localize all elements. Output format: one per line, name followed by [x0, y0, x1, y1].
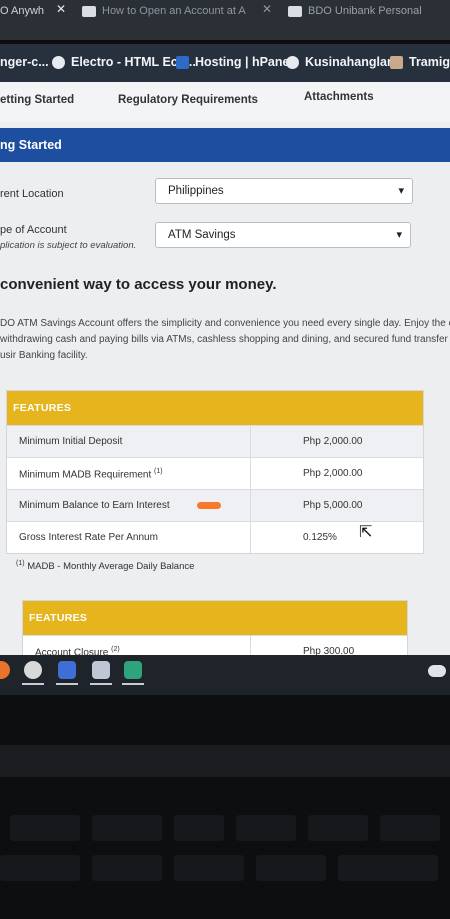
chevron-down-icon: ▾: [398, 185, 404, 197]
tab-title: O Anywh: [0, 5, 45, 17]
bookmark-label: Hosting | hPanel: [195, 55, 293, 69]
location-label: rent Location: [0, 188, 64, 200]
footnote-ref: (2): [111, 646, 120, 653]
launcher-icon[interactable]: [0, 661, 10, 679]
tab-attachments[interactable]: Attachments: [304, 91, 374, 103]
tab-regulatory-requirements[interactable]: Regulatory Requirements: [118, 94, 258, 106]
close-tab-icon[interactable]: ✕: [56, 2, 66, 16]
feature-value: 0.125%: [303, 532, 337, 543]
description-paragraph: DO ATM Savings Account offers the simpli…: [0, 318, 450, 361]
section-title: ng Started: [0, 128, 450, 162]
keyboard-key: [338, 855, 438, 881]
active-indicator: [56, 683, 78, 685]
keyboard-key: [174, 855, 244, 881]
madb-footnote: (1) MADB - Monthly Average Daily Balance: [16, 560, 194, 572]
keyboard-key: [174, 815, 224, 841]
feature-label: Minimum Initial Deposit: [19, 436, 123, 447]
cloud-icon[interactable]: [428, 665, 446, 677]
page-heading: convenient way to access your money.: [0, 276, 277, 293]
bookmark-tramigo[interactable]: Tramigo: [390, 55, 450, 69]
feature-label-cell: Minimum Balance to Earn Interest: [7, 490, 251, 521]
chevron-down-icon: ▾: [396, 229, 402, 241]
bookmark-label: Tramigo: [409, 55, 450, 69]
account-type-label: pe of Account: [0, 224, 67, 236]
hostinger-icon: [176, 55, 189, 69]
account-steps-tabs: etting Started Regulatory Requirements A…: [0, 82, 450, 122]
browser-tab-3[interactable]: BDO Unibank Personal: [288, 0, 450, 22]
browser-tab-2[interactable]: How to Open an Account at A: [82, 0, 262, 22]
keyboard-key: [0, 855, 80, 881]
bookmark-label: Kusinahanglan: [305, 55, 395, 69]
bookmark-label: nger-c...: [0, 55, 49, 69]
bdo-favicon-icon: [288, 5, 302, 17]
feature-value: Php 5,000.00: [303, 500, 363, 511]
features-header: FEATURES: [7, 391, 423, 425]
bookmark-messenger[interactable]: nger-c...: [0, 55, 49, 69]
tramigo-icon: [390, 55, 403, 69]
web-page: etting Started Regulatory Requirements A…: [0, 82, 450, 692]
tab-title: BDO Unibank Personal: [308, 5, 422, 17]
orange-highlight-mark: [197, 502, 221, 509]
keyboard-key: [308, 815, 368, 841]
feature-value: Php 2,000.00: [303, 436, 363, 447]
keyboard-key: [92, 815, 162, 841]
footnote-text: MADB - Monthly Average Daily Balance: [27, 561, 195, 573]
keyboard-key: [236, 815, 296, 841]
chrome-icon[interactable]: [24, 661, 42, 679]
account-type-select[interactable]: ATM Savings ▾: [155, 222, 411, 248]
bdo-favicon-icon: [82, 5, 96, 17]
bookmarks-bar: nger-c... Electro - HTML Eco... Hosting …: [0, 44, 450, 82]
laptop-bezel: [0, 695, 450, 919]
keyboard-key: [10, 815, 80, 841]
files-icon[interactable]: [58, 661, 76, 679]
globe-icon: [286, 55, 299, 69]
os-taskbar: [0, 655, 450, 695]
active-indicator: [90, 683, 112, 685]
features-header: FEATURES: [23, 601, 407, 635]
active-indicator: [22, 683, 44, 685]
keyboard-key: [256, 855, 326, 881]
feature-label-cell: Minimum MADB Requirement (1): [7, 458, 251, 489]
feature-label: Minimum Balance to Earn Interest: [19, 500, 170, 511]
laptop-hinge: [0, 745, 450, 777]
keyboard-key: [92, 855, 162, 881]
globe-icon: [52, 55, 65, 69]
bookmark-electro[interactable]: Electro - HTML Eco...: [52, 55, 196, 69]
table-row: Minimum Balance to Earn Interest Php 5,0…: [7, 489, 423, 521]
app-icon[interactable]: [124, 661, 142, 679]
active-indicator: [122, 683, 144, 685]
account-type-value: ATM Savings: [168, 229, 236, 241]
feature-label-cell: Gross Interest Rate Per Annum: [7, 522, 251, 553]
feature-label: Gross Interest Rate Per Annum: [19, 532, 158, 543]
tab-title: How to Open an Account at A: [102, 5, 246, 17]
evaluation-note: plication is subject to evaluation.: [0, 240, 137, 251]
keyboard-key: [380, 815, 440, 841]
mouse-cursor-icon: ⇱: [359, 524, 373, 541]
feature-label-cell: Minimum Initial Deposit: [7, 426, 251, 457]
feature-label: Minimum MADB Requirement: [19, 469, 152, 481]
browser-tab-strip: O Anywh ✕ How to Open an Account at A ✕ …: [0, 0, 450, 40]
bookmark-kusinahanglan[interactable]: Kusinahanglan: [286, 55, 395, 69]
location-select[interactable]: Philippines ▾: [155, 178, 413, 204]
feature-value: Php 2,000.00: [303, 468, 363, 479]
location-value: Philippines: [168, 185, 224, 197]
table-row: Minimum MADB Requirement (1) Php 2,000.0…: [7, 457, 423, 489]
tab-getting-started[interactable]: etting Started: [0, 94, 74, 106]
table-row: Minimum Initial Deposit Php 2,000.00: [7, 425, 423, 457]
close-tab-icon[interactable]: ✕: [262, 2, 272, 16]
footnote-ref: (1): [154, 468, 163, 475]
app-icon[interactable]: [92, 661, 110, 679]
bookmark-hosting[interactable]: Hosting | hPanel: [176, 55, 293, 69]
footnote-marker: (1): [16, 560, 25, 567]
